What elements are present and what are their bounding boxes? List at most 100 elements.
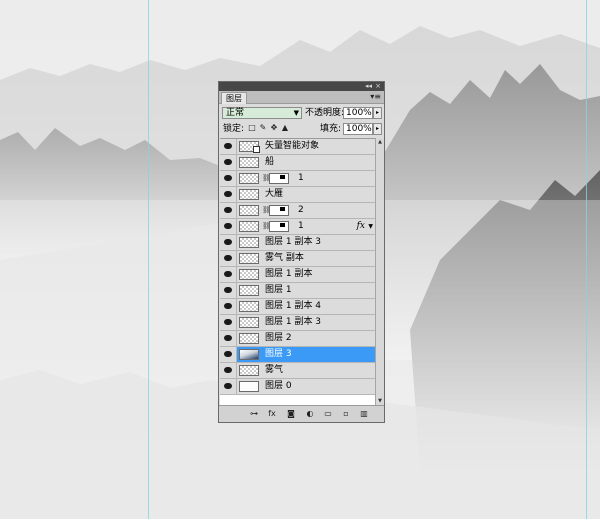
visibility-toggle[interactable] xyxy=(220,347,237,362)
fill-slider-button[interactable]: ▸ xyxy=(373,123,382,135)
layer-thumbnail[interactable] xyxy=(239,285,259,296)
visibility-toggle[interactable] xyxy=(220,155,237,170)
lock-move-icon[interactable]: ✥ xyxy=(270,124,278,132)
adjustment-layer-icon[interactable]: ◐ xyxy=(305,409,315,419)
visibility-toggle[interactable] xyxy=(220,379,237,394)
lock-label: 锁定: xyxy=(223,124,245,134)
tab-layers[interactable]: 图层 xyxy=(221,92,247,104)
visibility-toggle[interactable] xyxy=(220,267,237,282)
layer-row[interactable]: 图层 3 xyxy=(220,347,375,363)
blend-mode-select[interactable]: 正常 ▼ xyxy=(222,107,302,119)
opacity-input[interactable]: 100% xyxy=(343,107,373,119)
layer-row[interactable]: 矢量智能对象 xyxy=(220,139,375,155)
layer-row[interactable]: 图层 1 副本 4 xyxy=(220,299,375,315)
layer-thumbnail[interactable] xyxy=(239,173,259,184)
visibility-toggle[interactable] xyxy=(220,331,237,346)
delete-layer-icon[interactable]: ▥ xyxy=(359,409,369,419)
layer-name[interactable]: 图层 0 xyxy=(265,379,292,394)
collapse-icon[interactable]: ◂◂ xyxy=(365,82,372,91)
layer-thumbnail[interactable] xyxy=(239,205,259,216)
eye-icon xyxy=(224,319,232,325)
panel-bottom-toolbar: ⊶ fx ◙ ◐ ▭ ▫ ▥ xyxy=(219,405,384,422)
layer-mask-thumbnail[interactable] xyxy=(269,205,289,216)
layer-row[interactable]: 图层 1 副本 3 xyxy=(220,315,375,331)
lock-all-icon[interactable]: ▲ xyxy=(281,124,289,132)
opacity-slider-button[interactable]: ▸ xyxy=(373,107,382,119)
layer-name[interactable]: 大雁 xyxy=(265,187,283,202)
layer-name[interactable]: 1 xyxy=(298,219,304,234)
layer-thumbnail[interactable] xyxy=(239,301,259,312)
layers-scrollbar[interactable]: ▲ ▼ xyxy=(375,138,384,406)
layer-name[interactable]: 图层 1 副本 4 xyxy=(265,299,321,314)
guide-line-right xyxy=(586,0,587,519)
layer-thumbnail[interactable] xyxy=(239,157,259,168)
effects-expand-icon[interactable]: ▼ xyxy=(368,219,373,234)
layer-name[interactable]: 图层 1 副本 3 xyxy=(265,315,321,330)
visibility-toggle[interactable] xyxy=(220,251,237,266)
visibility-toggle[interactable] xyxy=(220,363,237,378)
layer-thumbnail[interactable] xyxy=(239,269,259,280)
layer-row[interactable]: 图层 1 副本 xyxy=(220,267,375,283)
visibility-toggle[interactable] xyxy=(220,203,237,218)
layer-thumbnail[interactable] xyxy=(239,333,259,344)
layer-row[interactable]: ⛓ 1 fx ▼ xyxy=(220,219,375,235)
new-layer-icon[interactable]: ▫ xyxy=(341,409,351,419)
visibility-toggle[interactable] xyxy=(220,139,237,154)
close-icon[interactable]: × xyxy=(375,82,381,91)
layer-thumbnail[interactable] xyxy=(239,381,259,392)
layer-row[interactable]: 图层 1 副本 3 xyxy=(220,235,375,251)
visibility-toggle[interactable] xyxy=(220,299,237,314)
layer-thumbnail[interactable] xyxy=(239,237,259,248)
layer-row[interactable]: 船 xyxy=(220,155,375,171)
layer-name[interactable]: 图层 3 xyxy=(265,347,292,362)
visibility-toggle[interactable] xyxy=(220,219,237,234)
scroll-up-icon[interactable]: ▲ xyxy=(376,138,384,147)
layer-name[interactable]: 船 xyxy=(265,155,274,170)
add-mask-icon[interactable]: ◙ xyxy=(286,409,296,419)
layer-row[interactable]: 图层 0 xyxy=(220,379,375,395)
link-layers-icon[interactable]: ⊶ xyxy=(249,409,259,419)
layer-name[interactable]: 图层 2 xyxy=(265,331,292,346)
layer-row[interactable]: 大雁 xyxy=(220,187,375,203)
layer-thumbnail[interactable] xyxy=(239,221,259,232)
blend-opacity-row: 正常 ▼ 不透明度: 100% ▸ xyxy=(219,104,384,120)
visibility-toggle[interactable] xyxy=(220,171,237,186)
layer-thumbnail[interactable] xyxy=(239,189,259,200)
layer-thumbnail[interactable] xyxy=(239,253,259,264)
panel-menu-icon[interactable]: ▾≡ xyxy=(370,92,381,102)
lock-paint-icon[interactable]: ✎ xyxy=(259,124,267,132)
layer-name[interactable]: 矢量智能对象 xyxy=(265,139,319,154)
layer-style-icon[interactable]: fx xyxy=(267,409,277,419)
layer-mask-thumbnail[interactable] xyxy=(269,173,289,184)
layer-row[interactable]: 图层 1 xyxy=(220,283,375,299)
visibility-toggle[interactable] xyxy=(220,283,237,298)
visibility-toggle[interactable] xyxy=(220,315,237,330)
layer-thumbnail[interactable] xyxy=(239,365,259,376)
layer-name[interactable]: 图层 1 副本 3 xyxy=(265,235,321,250)
fill-input[interactable]: 100% xyxy=(343,123,373,135)
layer-name[interactable]: 2 xyxy=(298,203,304,218)
layer-thumbnail[interactable] xyxy=(239,317,259,328)
layer-thumbnail[interactable] xyxy=(239,349,259,360)
layer-name[interactable]: 图层 1 xyxy=(265,283,292,298)
layer-name[interactable]: 雾气 副本 xyxy=(265,251,304,266)
layer-name[interactable]: 图层 1 副本 xyxy=(265,267,312,282)
layers-panel: ◂◂ × 图层 ▾≡ 正常 ▼ 不透明度: 100% ▸ 锁定: □ ✎ ✥ ▲… xyxy=(218,81,385,423)
lock-transparent-icon[interactable]: □ xyxy=(248,124,256,132)
new-group-icon[interactable]: ▭ xyxy=(323,409,333,419)
eye-icon xyxy=(224,143,232,149)
layer-name[interactable]: 雾气 xyxy=(265,363,283,378)
eye-icon xyxy=(224,271,232,277)
panel-titlebar[interactable]: ◂◂ × xyxy=(219,82,384,91)
layer-row[interactable]: ⛓ 2 xyxy=(220,203,375,219)
layer-row[interactable]: 雾气 副本 xyxy=(220,251,375,267)
layer-mask-thumbnail[interactable] xyxy=(269,221,289,232)
visibility-toggle[interactable] xyxy=(220,187,237,202)
layer-row[interactable]: ⛓ 1 xyxy=(220,171,375,187)
visibility-toggle[interactable] xyxy=(220,235,237,250)
layer-row[interactable]: 雾气 xyxy=(220,363,375,379)
layer-name[interactable]: 1 xyxy=(298,171,304,186)
layer-effects-icon[interactable]: fx xyxy=(357,219,365,234)
layer-row[interactable]: 图层 2 xyxy=(220,331,375,347)
eye-icon xyxy=(224,207,232,213)
